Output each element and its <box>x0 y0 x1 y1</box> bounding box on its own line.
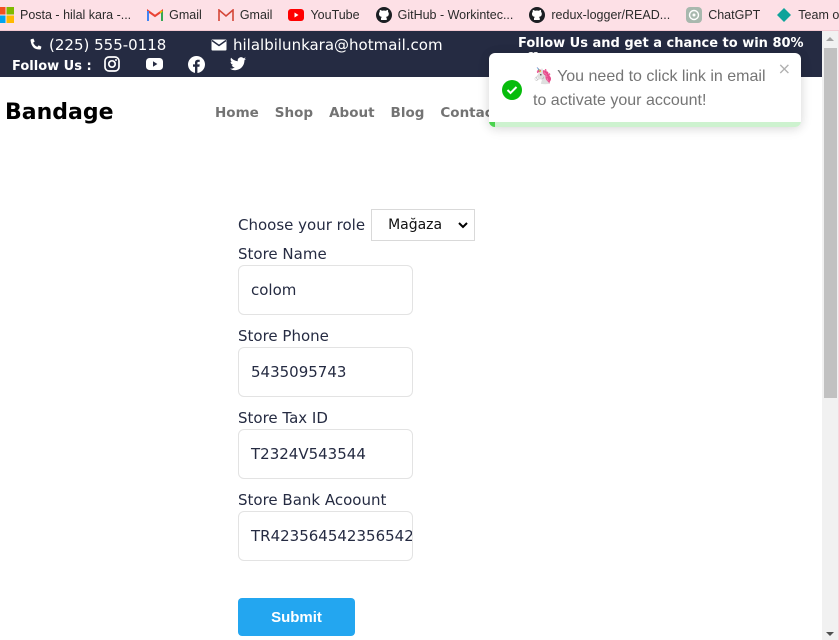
toast-text: You need to click link in email to activ… <box>533 68 766 109</box>
store-signup-form: Choose your role Mağaza Store Name colom… <box>238 209 478 571</box>
chatgpt-icon <box>686 7 703 23</box>
toast-notification[interactable]: 🦄 You need to click link in email to act… <box>489 53 801 127</box>
nav-blog[interactable]: Blog <box>391 105 425 121</box>
store-name-value: colom <box>251 281 297 299</box>
phone-icon <box>30 38 42 50</box>
bookmark-redux-logger[interactable]: redux-logger/READ... <box>529 7 670 23</box>
scroll-down-arrow-icon[interactable] <box>826 632 834 636</box>
bookmark-gmail-1[interactable]: Gmail <box>147 7 202 23</box>
store-bank-account-input[interactable]: TR42356454235654234 <box>238 511 413 561</box>
toast-message: 🦄 You need to click link in email to act… <box>533 65 778 113</box>
role-row: Choose your role Mağaza <box>238 209 478 241</box>
store-name-input[interactable]: colom <box>238 265 413 315</box>
brand-logo[interactable]: Bandage <box>5 100 114 125</box>
scroll-up-arrow-icon[interactable] <box>826 37 834 41</box>
nav-about[interactable]: About <box>329 105 374 121</box>
success-check-icon <box>502 80 522 100</box>
bookmark-label: Gmail <box>169 8 202 22</box>
twitter-icon[interactable] <box>229 55 247 73</box>
gmail-outline-icon <box>218 7 234 23</box>
bookmarks-bar: Posta - hilal kara -... Gmail Gmail YouT… <box>0 0 839 31</box>
store-tax-id-value: T2324V543544 <box>251 445 366 463</box>
youtube-icon <box>288 7 305 23</box>
facebook-icon[interactable] <box>187 55 205 73</box>
nav-home[interactable]: Home <box>215 105 259 121</box>
unicorn-icon: 🦄 <box>533 68 553 85</box>
mail-icon <box>211 39 227 51</box>
github-icon <box>529 7 546 23</box>
store-phone-label: Store Phone <box>238 327 329 345</box>
bookmark-label: Gmail <box>239 8 273 22</box>
store-tax-id-input[interactable]: T2324V543544 <box>238 429 413 479</box>
role-select[interactable]: Mağaza <box>371 209 476 241</box>
phone-contact[interactable]: (225) 555-0118 <box>28 36 166 54</box>
store-bank-account-label: Store Bank Acoount <box>238 491 387 509</box>
microsoft-icon <box>0 7 14 23</box>
toast-progress-bar <box>489 122 496 127</box>
main-nav: Home Shop About Blog Contact <box>215 105 515 121</box>
store-bank-account-value: TR42356454235654234 <box>251 527 413 545</box>
follow-us-label: Follow Us : <box>12 59 92 74</box>
github-icon <box>375 7 392 23</box>
store-phone-input[interactable]: 5435095743 <box>238 347 413 397</box>
phone-number: (225) 555-0118 <box>49 36 167 54</box>
nav-shop[interactable]: Shop <box>275 105 313 121</box>
store-name-label: Store Name <box>238 245 327 263</box>
bookmark-gmail-2[interactable]: Gmail <box>218 7 273 23</box>
bookmark-team-overview[interactable]: Team overvie <box>776 7 839 23</box>
gmail-icon <box>147 7 164 23</box>
diamond-icon <box>776 7 792 23</box>
instagram-icon[interactable] <box>103 55 121 73</box>
bookmark-label: Posta - hilal kara -... <box>20 8 132 22</box>
submit-button[interactable]: Submit <box>238 598 355 636</box>
store-tax-id-label: Store Tax ID <box>238 409 328 427</box>
bookmark-label: ChatGPT <box>708 8 761 22</box>
bookmark-github-workintech[interactable]: GitHub - Workintec... <box>375 7 514 23</box>
bookmark-label: YouTube <box>310 8 360 22</box>
bookmark-label: GitHub - Workintec... <box>397 8 514 22</box>
bookmark-posta[interactable]: Posta - hilal kara -... <box>0 7 131 23</box>
email-contact[interactable]: hilalbilunkara@hotmail.com <box>211 36 443 54</box>
role-label: Choose your role <box>238 216 366 234</box>
bookmark-label: Team overvie <box>798 8 839 22</box>
chevron-down-icon <box>458 221 468 228</box>
role-selected-value: Mağaza <box>388 217 443 233</box>
social-links <box>103 55 271 73</box>
close-icon[interactable]: × <box>778 59 791 78</box>
email-address: hilalbilunkara@hotmail.com <box>233 36 443 54</box>
toast-progress-track <box>489 122 801 127</box>
store-phone-value: 5435095743 <box>251 363 347 381</box>
scroll-thumb[interactable] <box>824 48 837 398</box>
bookmark-label: redux-logger/READ... <box>551 8 671 22</box>
bookmark-youtube[interactable]: YouTube <box>288 7 360 23</box>
youtube-icon[interactable] <box>145 55 163 73</box>
bookmark-chatgpt[interactable]: ChatGPT <box>686 7 760 23</box>
page-scrollbar[interactable] <box>822 31 839 640</box>
